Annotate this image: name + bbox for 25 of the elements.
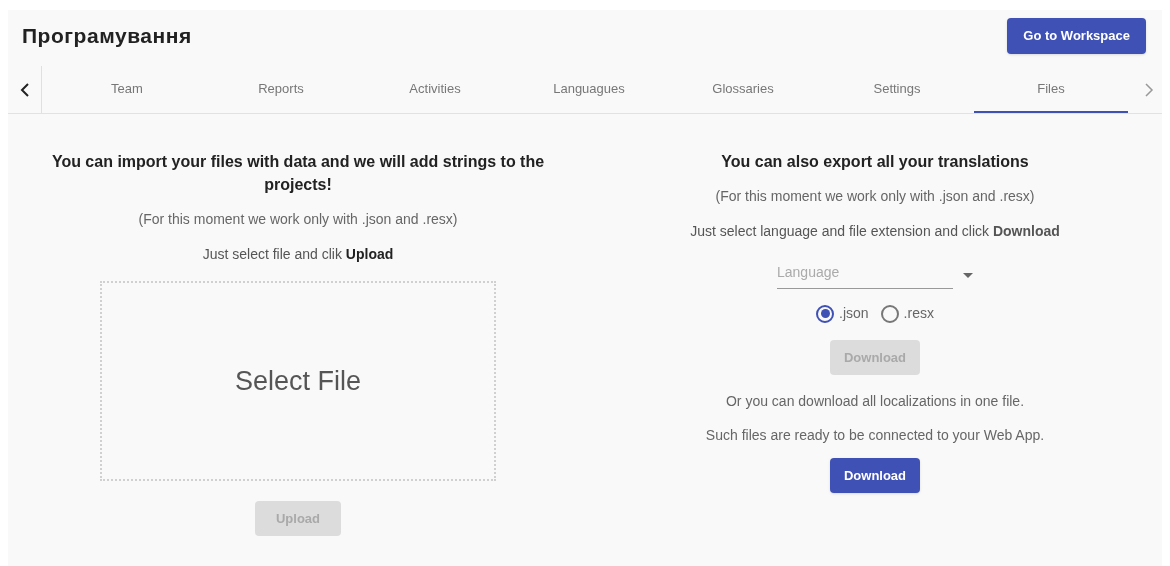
format-radio[interactable]: .json: [816, 303, 869, 324]
download-button[interactable]: Download: [830, 458, 920, 493]
tab[interactable]: Languagues: [512, 66, 666, 113]
page-title: Програмування: [22, 23, 192, 50]
tab[interactable]: Reports: [204, 66, 358, 113]
export-note: (For this moment we work only with .json and .resx): [715, 187, 1035, 206]
dropzone-label: Select File: [234, 364, 362, 398]
export-instruction: Just select language and file extension and click Download: [690, 222, 1060, 241]
import-instruction: Just select file and clik Upload: [202, 245, 394, 264]
workspace-button[interactable]: Go to Workspace: [1007, 18, 1146, 54]
download-all-note: Or you can download all localizations in one file.: [725, 392, 1025, 411]
format-radio[interactable]: .resx: [880, 303, 934, 324]
chevron-left-icon: [19, 82, 30, 97]
tab[interactable]: Settings: [820, 66, 974, 113]
chevron-right-icon: [1144, 82, 1154, 97]
export-heading: You can also export all your translations: [721, 152, 1029, 172]
tab[interactable]: Glossaries: [666, 66, 820, 113]
tab[interactable]: Team: [50, 66, 204, 113]
tab[interactable]: Activities: [358, 66, 512, 113]
import-heading: You can import your files with data and we will add strings to the projects!: [50, 152, 546, 195]
import-note: (For this moment we work only with .json and .resx): [138, 210, 458, 229]
dropdown-caret-icon: [963, 273, 973, 278]
web-app-note: Such files are ready to be connected to your Web App.: [705, 426, 1045, 445]
tab[interactable]: Files: [974, 66, 1128, 113]
file-dropzone[interactable]: Select File: [100, 281, 496, 481]
